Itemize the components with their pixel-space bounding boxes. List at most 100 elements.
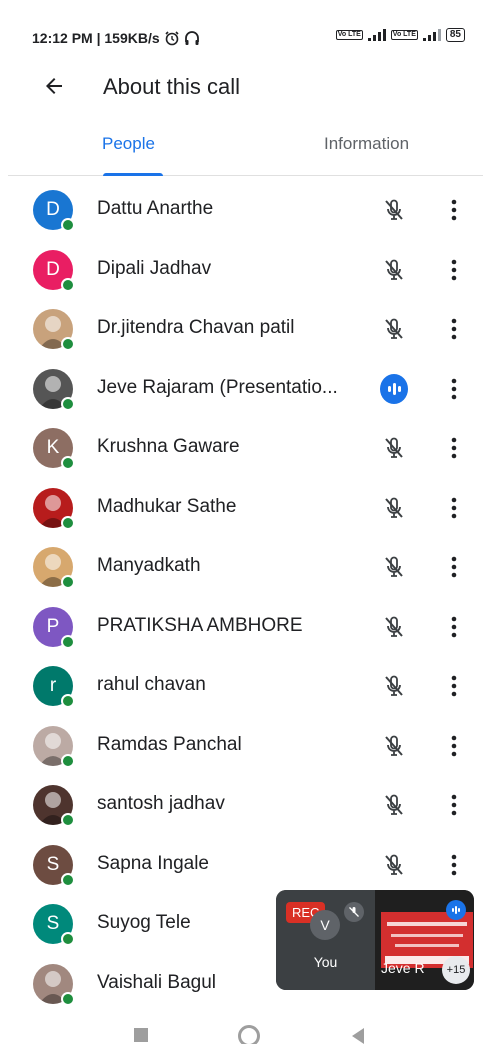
pip-presenter-tile[interactable]: Jeve R +15: [375, 890, 474, 990]
participant-name: Suyog Tele: [97, 912, 191, 933]
participant-row[interactable]: Ramdas Panchal: [0, 716, 483, 776]
online-status-dot: [61, 515, 75, 530]
more-options-icon[interactable]: [444, 434, 464, 462]
participant-name: santosh jadhav: [97, 793, 225, 814]
avatar: P: [33, 606, 75, 649]
participant-list: D Dattu Anarthe D Dipali Jadhav Dr.jitendra …: [0, 180, 483, 1013]
participant-name: Manyadkath: [97, 555, 201, 576]
participant-name: Vaishali Bagul: [97, 971, 217, 993]
participant-row[interactable]: K Krushna Gaware: [0, 418, 483, 478]
mic-off-icon: [380, 791, 408, 819]
avatar: [33, 309, 75, 351]
participant-row[interactable]: D Dipali Jadhav: [0, 240, 483, 300]
more-options-icon[interactable]: [444, 256, 464, 284]
avatar: K: [33, 428, 75, 470]
status-left: 12:12 PM | 159KB/s: [32, 30, 200, 46]
more-options-icon[interactable]: [444, 613, 464, 641]
avatar: [33, 487, 75, 530]
online-status-dot: [61, 991, 75, 1006]
mic-off-icon: [380, 494, 408, 522]
self-avatar: V: [310, 910, 340, 940]
participant-name: Madhukar Sathe: [97, 495, 237, 517]
more-options-icon[interactable]: [444, 315, 464, 343]
mic-off-icon: [380, 196, 408, 224]
participant-row[interactable]: S Sapna Ingale: [0, 835, 483, 895]
online-status-dot: [61, 753, 75, 768]
online-status-dot: [61, 277, 75, 292]
avatar: [33, 368, 75, 411]
online-status-dot: [61, 932, 75, 946]
mic-off-icon: [380, 434, 408, 462]
pip-window[interactable]: REC V You Jeve R +15: [276, 890, 474, 990]
participant-name: PRATIKSHA AMBHORE: [97, 614, 303, 636]
page-title: About this call: [103, 74, 240, 99]
mic-off-icon: [380, 851, 408, 879]
avatar: D: [33, 249, 75, 292]
more-options-icon[interactable]: [444, 732, 464, 760]
participant-row[interactable]: r rahul chavan: [0, 656, 483, 716]
mic-off-icon: [380, 672, 408, 700]
mic-off-icon: [380, 315, 408, 343]
alarm-icon: [165, 31, 179, 46]
online-status-dot: [61, 872, 75, 887]
app-bar: About this call: [0, 60, 483, 116]
volte-badge-2: Vo LTE: [390, 30, 418, 40]
participant-name: Ramdas Panchal: [97, 733, 242, 755]
participant-row[interactable]: Madhukar Sathe: [0, 478, 483, 538]
avatar: S: [33, 904, 75, 946]
online-status-dot: [61, 396, 75, 411]
recents-button[interactable]: [134, 1028, 148, 1042]
mic-off-icon: [380, 732, 408, 760]
more-options-icon[interactable]: [444, 791, 464, 819]
avatar: [33, 725, 75, 768]
mic-off-icon: [380, 553, 408, 581]
online-status-dot: [61, 218, 75, 232]
status-time-speed: 12:12 PM | 159KB/s: [32, 30, 160, 46]
pip-self-tile[interactable]: REC V You: [276, 890, 375, 990]
mic-off-icon: [380, 256, 408, 284]
arrow-back-icon: [46, 78, 62, 94]
online-status-dot: [61, 694, 75, 708]
tab-information[interactable]: Information: [324, 134, 409, 154]
home-button[interactable]: [238, 1025, 260, 1044]
online-status-dot: [61, 813, 75, 827]
speaking-indicator-icon: [380, 373, 408, 404]
more-options-icon[interactable]: [444, 672, 464, 700]
participant-name: Krushna Gaware: [97, 436, 240, 457]
system-nav-bar: [0, 1010, 483, 1044]
participant-name: Sapna Ingale: [97, 852, 209, 874]
more-options-icon[interactable]: [444, 851, 464, 879]
avatar: D: [33, 190, 75, 232]
more-participants-badge[interactable]: +15: [442, 956, 470, 984]
participant-row[interactable]: D Dattu Anarthe: [0, 180, 483, 240]
online-status-dot: [61, 456, 75, 470]
more-options-icon[interactable]: [444, 553, 464, 581]
participant-row[interactable]: Jeve Rajaram (Presentatio...: [0, 359, 483, 419]
back-button[interactable]: [38, 70, 70, 102]
participant-name: rahul chavan: [97, 674, 206, 695]
participant-row[interactable]: Manyadkath: [0, 537, 483, 597]
mic-off-icon: [380, 613, 408, 641]
participant-name: Dr.jitendra Chavan patil: [97, 317, 295, 338]
more-options-icon[interactable]: [444, 196, 464, 224]
participant-name: Jeve Rajaram (Presentatio...: [97, 376, 338, 398]
avatar: [33, 963, 75, 1006]
system-back-button[interactable]: [352, 1028, 364, 1044]
more-options-icon[interactable]: [444, 494, 464, 522]
more-options-icon[interactable]: [444, 375, 464, 403]
online-status-dot: [61, 634, 75, 649]
active-tab-indicator: [103, 173, 163, 176]
tab-people[interactable]: People: [102, 134, 155, 154]
signal-icon-2: [422, 29, 441, 41]
avatar: [33, 547, 75, 589]
participant-row[interactable]: santosh jadhav: [0, 775, 483, 835]
status-right: Vo LTE Vo LTE 85: [335, 28, 465, 42]
online-status-dot: [61, 575, 75, 589]
participant-row[interactable]: Dr.jitendra Chavan patil: [0, 299, 483, 359]
online-status-dot: [61, 337, 75, 351]
avatar: S: [33, 844, 75, 887]
participant-name: Dattu Anarthe: [97, 198, 214, 219]
presenter-label: Jeve R: [381, 960, 425, 976]
avatar: [33, 785, 75, 827]
participant-row[interactable]: P PRATIKSHA AMBHORE: [0, 597, 483, 657]
